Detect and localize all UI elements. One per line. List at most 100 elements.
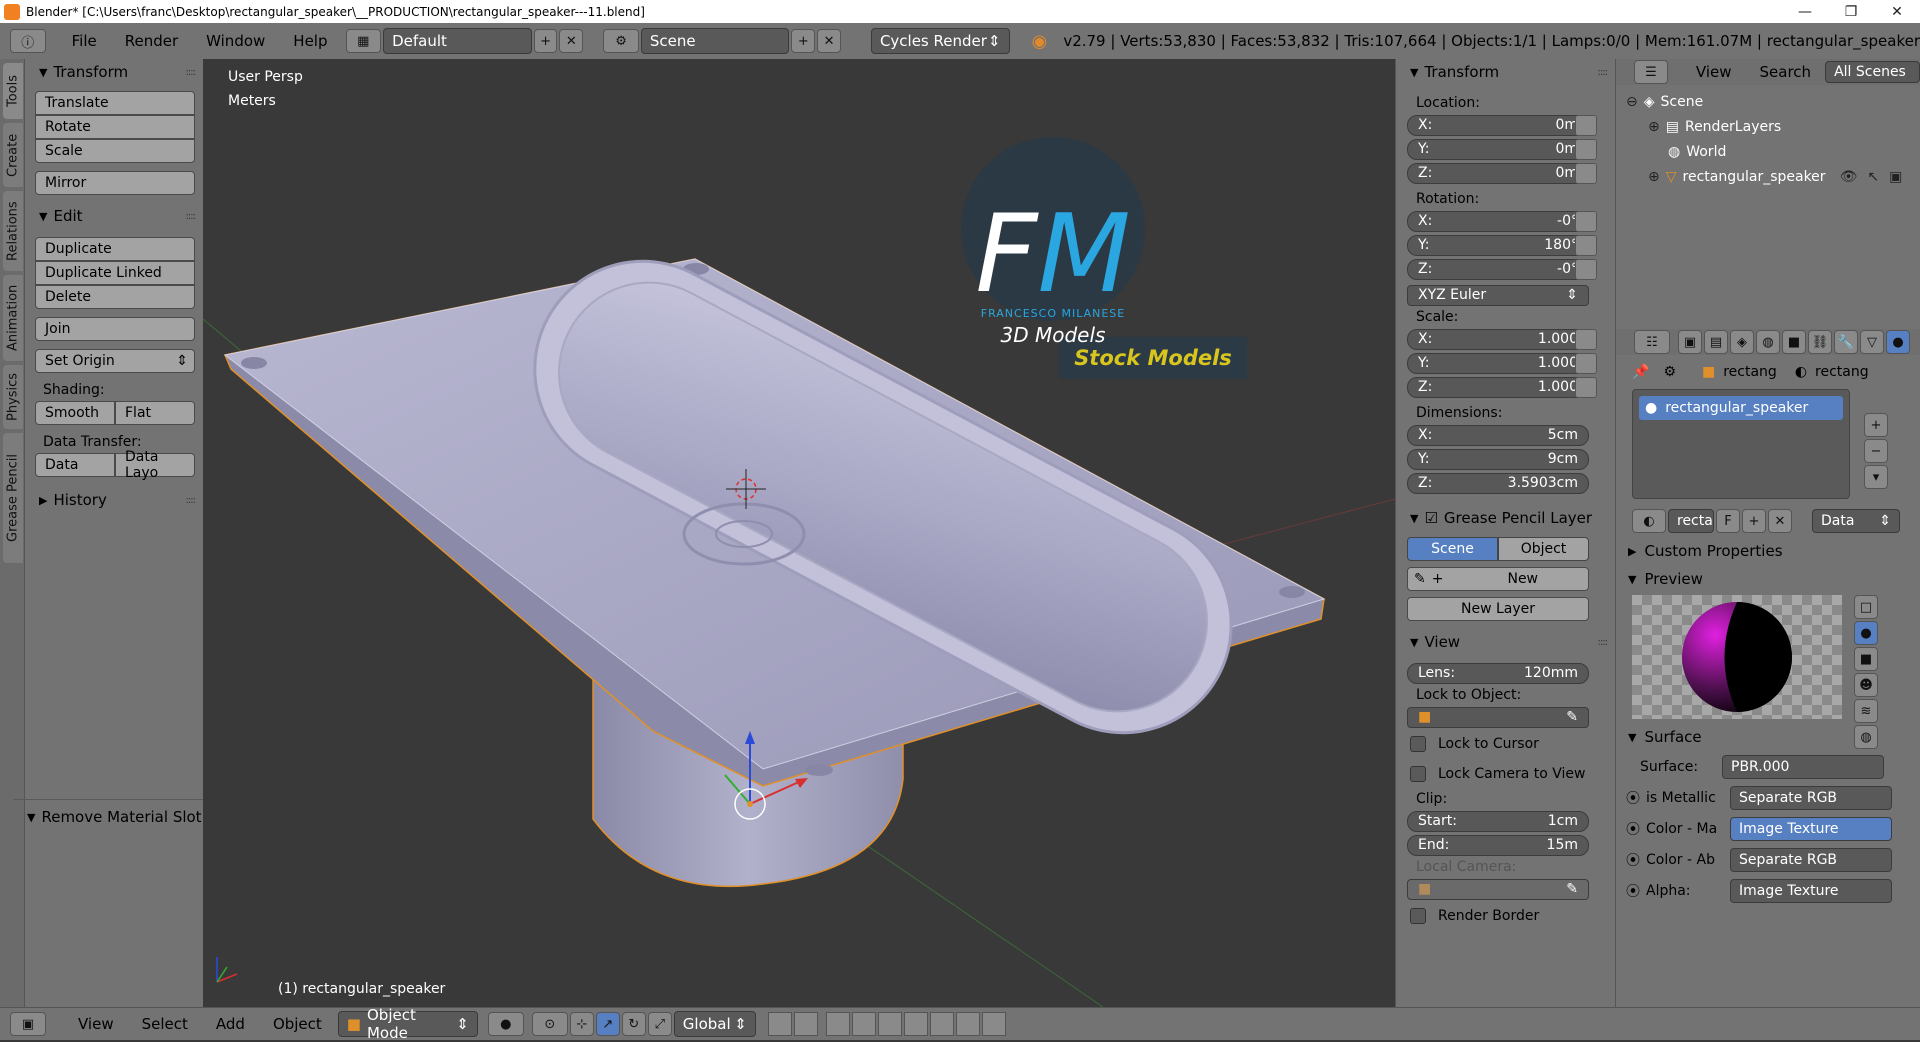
- snap-target-icon[interactable]: [929, 1012, 954, 1036]
- world-tab-icon[interactable]: ◍: [1756, 330, 1780, 354]
- scene-tab-icon[interactable]: ◈: [1730, 330, 1754, 354]
- remove-slot-icon[interactable]: −: [1864, 439, 1888, 463]
- tab-physics[interactable]: Physics: [3, 365, 23, 429]
- menu-window[interactable]: Window: [192, 32, 279, 50]
- manipulator-toggle-icon[interactable]: ⊹: [569, 1012, 594, 1036]
- history-panel-header[interactable]: ▶ History::::: [25, 487, 203, 513]
- outliner-editor-icon[interactable]: ☰: [1634, 60, 1668, 84]
- lock-cursor-checkbox[interactable]: Lock to Cursor: [1396, 729, 1615, 759]
- scale-y-field[interactable]: Y: 1.000: [1407, 352, 1589, 374]
- tab-relations[interactable]: Relations: [3, 191, 23, 271]
- orientation-select[interactable]: Global ⇕: [673, 1011, 756, 1037]
- lock-icon[interactable]: [1575, 234, 1597, 256]
- rotate-manipulator-icon[interactable]: ↻: [621, 1012, 646, 1036]
- collapse-icon[interactable]: ⊖: [1626, 94, 1638, 110]
- layout-field[interactable]: Default: [383, 28, 532, 54]
- fake-user-button[interactable]: F: [1716, 509, 1740, 533]
- translate-manipulator-icon[interactable]: ↗: [595, 1012, 620, 1036]
- material-tab-icon[interactable]: ●: [1886, 330, 1910, 354]
- n-transform-header[interactable]: ▼ Transform::::: [1396, 59, 1615, 85]
- layout-grid-icon[interactable]: ▦: [345, 29, 382, 53]
- minimize-button[interactable]: —: [1782, 4, 1828, 20]
- outliner-item-object[interactable]: ⊕ ▽ rectangular_speaker 👁 ↖ ▣: [1616, 164, 1920, 189]
- lock-icon[interactable]: [1575, 258, 1597, 280]
- preview-plane-icon[interactable]: □: [1854, 595, 1878, 619]
- object-tab-icon[interactable]: ■: [1782, 330, 1806, 354]
- clip-start-field[interactable]: Start: 1cm: [1407, 810, 1589, 832]
- mode-select[interactable]: ■ Object Mode ⇕: [337, 1006, 478, 1042]
- slot-menu-icon[interactable]: ▾: [1864, 465, 1888, 489]
- data-layout-button[interactable]: Data Layo: [115, 449, 195, 481]
- dimension-x-field[interactable]: X: 5cm: [1407, 424, 1589, 446]
- gp-scene-button[interactable]: Scene: [1407, 537, 1498, 561]
- data-tab-icon[interactable]: ▽: [1860, 330, 1884, 354]
- eye-icon[interactable]: 👁: [1840, 169, 1858, 185]
- rotation-mode-select[interactable]: XYZ Euler ⇕: [1407, 284, 1589, 306]
- expand-icon[interactable]: ⊕: [1648, 169, 1660, 185]
- browse-material-icon[interactable]: ◐: [1632, 509, 1666, 533]
- layer-grid-icon[interactable]: [767, 1012, 792, 1036]
- grease-pencil-header[interactable]: ▼ ☑ Grease Pencil Layer: [1396, 505, 1615, 531]
- clip-end-field[interactable]: End: 15m: [1407, 834, 1589, 856]
- constraints-tab-icon[interactable]: ⛓: [1808, 330, 1832, 354]
- render-tab-icon[interactable]: ▣: [1678, 330, 1702, 354]
- layers-tab-icon[interactable]: ▤: [1704, 330, 1728, 354]
- mirror-button[interactable]: Mirror: [35, 171, 195, 195]
- pivot-icon[interactable]: ⊙: [531, 1012, 568, 1036]
- drag-handle-icon[interactable]: ::::: [1598, 67, 1609, 78]
- edit-panel-header[interactable]: ▼ Edit::::: [25, 203, 203, 229]
- tab-grease-pencil[interactable]: Grease Pencil: [3, 433, 23, 563]
- 3d-viewport[interactable]: FM FRANCESCO MILANESE 3D Models Stock Mo…: [203, 59, 1395, 1007]
- scale-z-field[interactable]: Z: 1.000: [1407, 376, 1589, 398]
- n-view-header[interactable]: ▼ View::::: [1396, 629, 1615, 655]
- add-layout-icon[interactable]: +: [533, 29, 558, 53]
- rotation-y-field[interactable]: Y: 180°: [1407, 234, 1589, 256]
- expand-icon[interactable]: ⊕: [1648, 119, 1660, 135]
- socket-dot-icon[interactable]: ⦿: [1626, 881, 1640, 901]
- viewport-editor-icon[interactable]: ▣: [10, 1012, 46, 1036]
- scale-x-field[interactable]: X: 1.000: [1407, 328, 1589, 350]
- translate-button[interactable]: Translate: [35, 91, 195, 115]
- render-preview-icon[interactable]: [825, 1012, 850, 1036]
- preview-hair-icon[interactable]: ≋: [1854, 699, 1878, 723]
- local-camera-field[interactable]: ■ ✎: [1407, 878, 1589, 900]
- menu-view[interactable]: View: [64, 1015, 128, 1033]
- rotation-x-field[interactable]: X: -0°: [1407, 210, 1589, 232]
- dimension-z-field[interactable]: Z: 3.5903cm: [1407, 472, 1589, 494]
- remove-layout-icon[interactable]: ✕: [559, 29, 584, 53]
- location-y-field[interactable]: Y: 0m: [1407, 138, 1589, 160]
- tab-animation[interactable]: Animation: [3, 275, 23, 361]
- lock-camera-checkbox[interactable]: Lock Camera to View: [1396, 759, 1615, 789]
- drag-handle-icon[interactable]: ::::: [186, 211, 197, 222]
- location-z-field[interactable]: Z: 0m: [1407, 162, 1589, 184]
- alpha-input-field[interactable]: Image Texture: [1730, 878, 1892, 903]
- preview-cube-icon[interactable]: ■: [1854, 647, 1878, 671]
- maximize-button[interactable]: ❐: [1828, 4, 1874, 20]
- material-slot-item[interactable]: ● rectangular_speaker: [1639, 396, 1843, 420]
- gp-new-button[interactable]: ✎ + New: [1407, 567, 1589, 591]
- menu-select[interactable]: Select: [128, 1015, 202, 1033]
- checkbox-checked-icon[interactable]: ☑: [1424, 509, 1437, 527]
- opengl-render-icon[interactable]: [955, 1012, 980, 1036]
- material-name-field[interactable]: recta: [1668, 509, 1714, 533]
- socket-dot-icon[interactable]: ⦿: [1626, 850, 1640, 870]
- lock-icon[interactable]: [1575, 210, 1597, 232]
- metallic-input-field[interactable]: Separate RGB: [1730, 785, 1892, 810]
- outliner-view-menu[interactable]: View: [1696, 63, 1732, 81]
- dimension-y-field[interactable]: Y: 9cm: [1407, 448, 1589, 470]
- opengl-anim-icon[interactable]: [981, 1012, 1006, 1036]
- menu-object[interactable]: Object: [259, 1015, 336, 1033]
- eyedropper-icon[interactable]: ✎: [1566, 881, 1578, 897]
- menu-help[interactable]: Help: [279, 32, 341, 50]
- lock-icon[interactable]: [1575, 328, 1597, 350]
- snap-magnet-icon[interactable]: [877, 1012, 902, 1036]
- menu-render[interactable]: Render: [111, 32, 192, 50]
- pin-icon[interactable]: 📌: [1632, 364, 1649, 380]
- menu-file[interactable]: File: [58, 32, 111, 50]
- render-engine-select[interactable]: Cycles Render ⇕: [870, 28, 1010, 54]
- preview-header[interactable]: ▼ Preview: [1616, 565, 1920, 593]
- tab-create[interactable]: Create: [3, 123, 23, 187]
- outliner-item-scene[interactable]: ⊖ ◈ Scene: [1616, 89, 1920, 114]
- drag-handle-icon[interactable]: ::::: [186, 495, 197, 506]
- menu-add[interactable]: Add: [202, 1015, 259, 1033]
